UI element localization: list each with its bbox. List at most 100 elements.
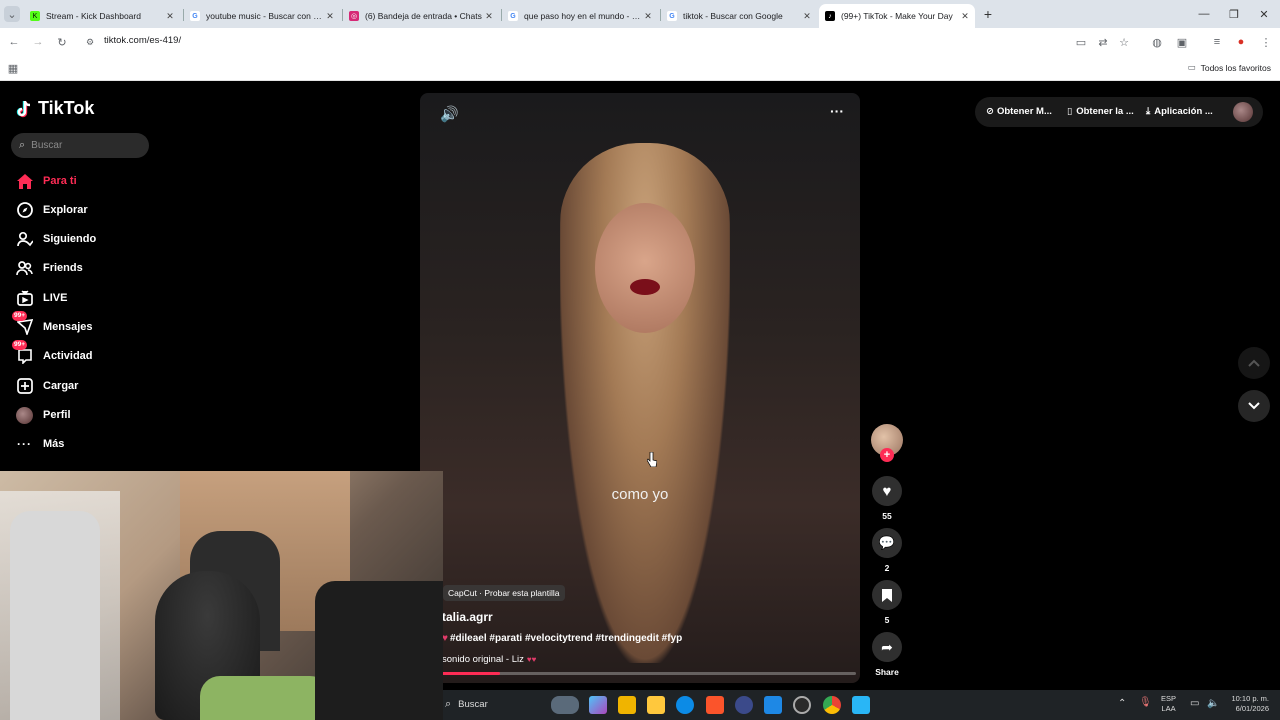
nav-perfil[interactable]: Perfil xyxy=(16,404,71,426)
nav-actividad[interactable]: 99+ Actividad xyxy=(12,339,93,367)
taskbar-search[interactable]: ⌕ Buscar xyxy=(445,698,488,711)
author-avatar-follow[interactable]: + xyxy=(871,424,903,462)
browser-tab[interactable]: G que paso hoy en el mundo - Bu ✕ xyxy=(502,4,658,28)
file-explorer-icon[interactable] xyxy=(647,696,665,714)
heart-icon: ♥ xyxy=(872,476,902,506)
extension-icon[interactable]: ◍ xyxy=(1149,34,1165,50)
browser-tab-active[interactable]: ♪ (99+) TikTok - Make Your Day ✕ xyxy=(819,4,975,28)
video-hashtags[interactable]: ♥ #dileael #parati #velocitytrend #trend… xyxy=(442,633,682,644)
close-window-icon[interactable]: ✕ xyxy=(1256,6,1272,22)
brave-icon[interactable] xyxy=(706,696,724,714)
notepad-icon[interactable] xyxy=(852,696,870,714)
user-avatar[interactable] xyxy=(1233,102,1253,122)
search-placeholder: Buscar xyxy=(31,140,63,151)
browser-tab[interactable]: ◎ (6) Bandeja de entrada • Chats ✕ xyxy=(343,4,499,28)
restore-icon[interactable]: ❐ xyxy=(1226,6,1242,22)
tab-close-icon[interactable]: ✕ xyxy=(959,11,971,22)
follow-plus-icon[interactable]: + xyxy=(880,448,894,462)
video-more-icon[interactable]: ··· xyxy=(830,103,844,119)
video-player[interactable]: 🔊 ··· como yo CapCut · Probar esta plant… xyxy=(420,93,860,683)
tab-close-icon[interactable]: ✕ xyxy=(801,11,813,22)
taskbar-search-label: Buscar xyxy=(458,699,488,710)
reload-icon[interactable]: ↻ xyxy=(54,34,70,50)
edge-icon[interactable] xyxy=(676,696,694,714)
nav-live[interactable]: LIVE xyxy=(16,287,67,309)
video-sound[interactable]: sonido original - Liz ♥♥ xyxy=(442,654,536,665)
nav-mas[interactable]: ··· Más xyxy=(16,433,64,455)
network-icon[interactable]: ▭ xyxy=(1190,698,1199,709)
like-button[interactable]: ♥ 55 xyxy=(871,476,903,521)
copilot-icon[interactable] xyxy=(589,696,607,714)
address-bar[interactable]: tiktok.com/es-419/ xyxy=(104,35,181,46)
tiktok-logo[interactable]: TikTok xyxy=(16,98,94,119)
nav-explorar[interactable]: Explorar xyxy=(16,199,88,221)
capcut-template-tag[interactable]: CapCut · Probar esta plantilla xyxy=(443,585,565,601)
nav-siguiendo[interactable]: Siguiendo xyxy=(16,228,96,250)
extensions-puzzle-icon[interactable]: ▣ xyxy=(1174,34,1190,50)
all-bookmarks-folder[interactable]: ▭ Todos los favoritos xyxy=(1188,62,1271,73)
clock[interactable]: 10:10 p. m. 6/01/2026 xyxy=(1227,694,1269,714)
tray-chevron-icon[interactable]: ⌃ xyxy=(1118,698,1126,709)
nav-label: Siguiendo xyxy=(43,233,97,245)
browser-tab[interactable]: G tiktok - Buscar con Google ✕ xyxy=(661,4,817,28)
chrome-icon[interactable] xyxy=(823,696,841,714)
microphone-icon[interactable]: 🎙 xyxy=(1139,697,1152,708)
nav-para-ti[interactable]: Para ti xyxy=(16,170,77,192)
video-frame-lips xyxy=(630,279,660,295)
browser-tab[interactable]: K Stream - Kick Dashboard ✕ xyxy=(24,4,180,28)
language-indicator[interactable]: ESP LAA xyxy=(1161,694,1176,714)
previous-video-button[interactable] xyxy=(1238,347,1270,379)
media-icon[interactable]: ≡ xyxy=(1209,34,1225,50)
video-author[interactable]: talia.agrr xyxy=(442,610,493,624)
tab-search-chevron-icon[interactable]: ⌄ xyxy=(4,6,20,22)
nav-friends[interactable]: Friends xyxy=(16,257,83,279)
get-app-button[interactable]: ▯ Obtener la ... xyxy=(1067,106,1134,117)
forward-icon[interactable]: → xyxy=(30,34,46,50)
save-button[interactable]: 5 xyxy=(871,580,903,625)
nav-label: Mensajes xyxy=(43,321,93,333)
next-video-button[interactable] xyxy=(1238,390,1270,422)
nav-cargar[interactable]: Cargar xyxy=(16,375,78,397)
tab-close-icon[interactable]: ✕ xyxy=(324,11,336,22)
following-icon xyxy=(16,231,33,248)
apps-grid-icon[interactable]: ▦ xyxy=(5,60,21,76)
sound-text: sonido original - Liz xyxy=(442,654,524,665)
widget-icon[interactable] xyxy=(551,696,579,714)
store-icon[interactable] xyxy=(618,696,636,714)
minimize-icon[interactable]: — xyxy=(1196,6,1212,22)
comment-icon: 💬 xyxy=(872,528,902,558)
share-label: Share xyxy=(875,667,899,677)
get-coins-button[interactable]: ⊘ Obtener M... xyxy=(986,106,1052,117)
phone-icon: ▯ xyxy=(1067,106,1073,117)
search-icon: ⌕ xyxy=(445,698,452,710)
volume-icon[interactable]: 🔊 xyxy=(440,105,459,123)
nav-mensajes[interactable]: 99+ Mensajes xyxy=(12,310,93,338)
tab-close-icon[interactable]: ✕ xyxy=(164,11,176,22)
tab-close-icon[interactable]: ✕ xyxy=(642,11,654,22)
chrome-menu-icon[interactable]: ⋮ xyxy=(1258,34,1274,50)
profile-icon[interactable]: ● xyxy=(1233,34,1249,50)
hearts-emoji-icon: ♥♥ xyxy=(526,655,537,664)
app-icon[interactable] xyxy=(735,696,753,714)
install-icon[interactable]: ▭ xyxy=(1073,34,1089,50)
site-info-icon[interactable]: ⚙ xyxy=(82,34,98,50)
back-icon[interactable]: ← xyxy=(6,34,22,50)
translate-icon[interactable]: ⇄ xyxy=(1095,34,1111,50)
browser-tab[interactable]: G youtube music - Buscar con Goo ✕ xyxy=(184,4,340,28)
video-progress-track[interactable] xyxy=(442,672,856,675)
steam-icon[interactable] xyxy=(793,696,811,714)
comment-button[interactable]: 💬 2 xyxy=(871,528,903,573)
download-icon: ⤓ xyxy=(1146,106,1151,117)
bookmark-star-icon[interactable]: ☆ xyxy=(1116,34,1132,50)
mail-icon[interactable] xyxy=(764,696,782,714)
search-input[interactable]: ⌕ Buscar xyxy=(11,133,149,158)
bookmark-icon xyxy=(872,580,902,610)
download-app-button[interactable]: ⤓ Aplicación ... xyxy=(1146,106,1213,117)
share-button[interactable]: ➦ Share xyxy=(871,632,903,677)
webcam-shirt xyxy=(200,676,330,720)
new-tab-button[interactable]: + xyxy=(980,6,996,22)
speaker-icon[interactable]: 🔈 xyxy=(1207,698,1219,709)
keyboard-layout: LAA xyxy=(1161,704,1176,713)
tab-close-icon[interactable]: ✕ xyxy=(483,11,495,22)
google-favicon-icon: G xyxy=(667,11,677,21)
